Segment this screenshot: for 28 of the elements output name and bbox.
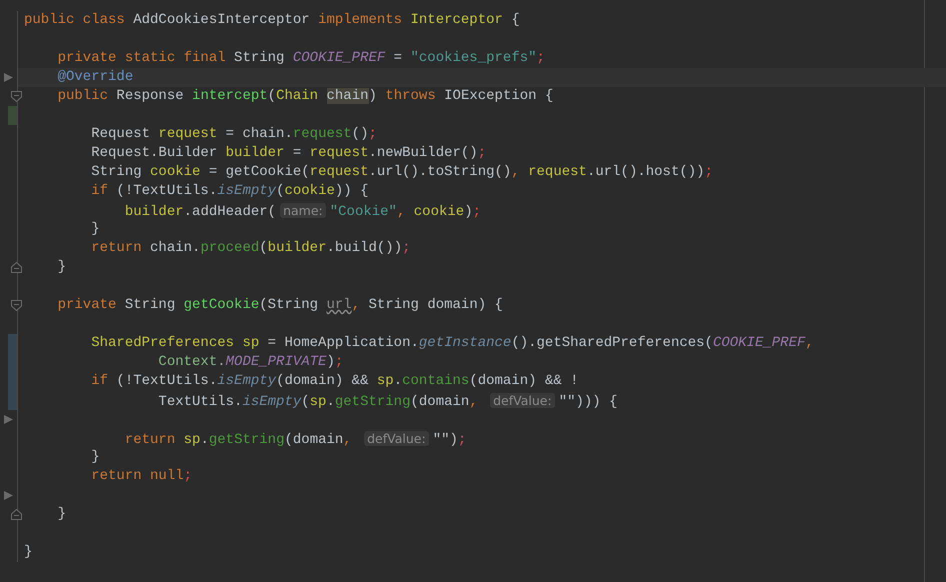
code-line: private String getCookie(String url, String domain) { <box>56 296 504 315</box>
code-line: return null; <box>90 467 194 486</box>
run-arrow-icon[interactable] <box>4 415 13 424</box>
code-line: return sp.getString(domain, defValue: ""); <box>124 430 468 448</box>
code-line: private static final String COOKIE_PREF = "cookies_prefs"; <box>56 49 546 68</box>
fold-icon[interactable] <box>11 509 22 520</box>
code-line: Request request = chain.request(); <box>90 125 378 144</box>
code-line: } <box>90 448 101 467</box>
code-line: } <box>56 258 68 277</box>
fold-icon[interactable] <box>11 300 22 311</box>
code-line: builder.addHeader( name: "Cookie", cookie); <box>124 202 482 220</box>
fold-icon[interactable] <box>11 262 22 273</box>
code-line: TextUtils.isEmpty(sp.getString(domain, defValue: ""))) { <box>157 392 619 410</box>
fold-icon[interactable] <box>11 91 22 102</box>
code-line: if (!TextUtils.isEmpty(domain) && sp.contains(domain) && ! <box>90 372 580 391</box>
run-arrow-icon[interactable] <box>4 491 13 500</box>
run-arrow-icon[interactable] <box>4 73 13 82</box>
code-line: SharedPreferences sp = HomeApplication.getInstance().getSharedPreferences(COOKIE_PREF, <box>90 334 815 353</box>
code-line: public class AddCookiesInterceptor implements Interceptor { <box>23 11 521 30</box>
code-line: public Response intercept(Chain chain) throws IOException { <box>56 87 554 106</box>
code-line: } <box>23 543 34 562</box>
code-line: String cookie = getCookie(request.url().toString(), request.url().host()); <box>90 163 714 182</box>
code-line: } <box>56 505 68 524</box>
code-line: if (!TextUtils.isEmpty(cookie)) { <box>90 182 370 201</box>
code-line: Context.MODE_PRIVATE); <box>157 353 344 372</box>
code-line: } <box>90 220 101 239</box>
code-line: return chain.proceed(builder.build()); <box>90 239 412 258</box>
code-line: Request.Builder builder = request.newBuilder(); <box>90 144 488 163</box>
